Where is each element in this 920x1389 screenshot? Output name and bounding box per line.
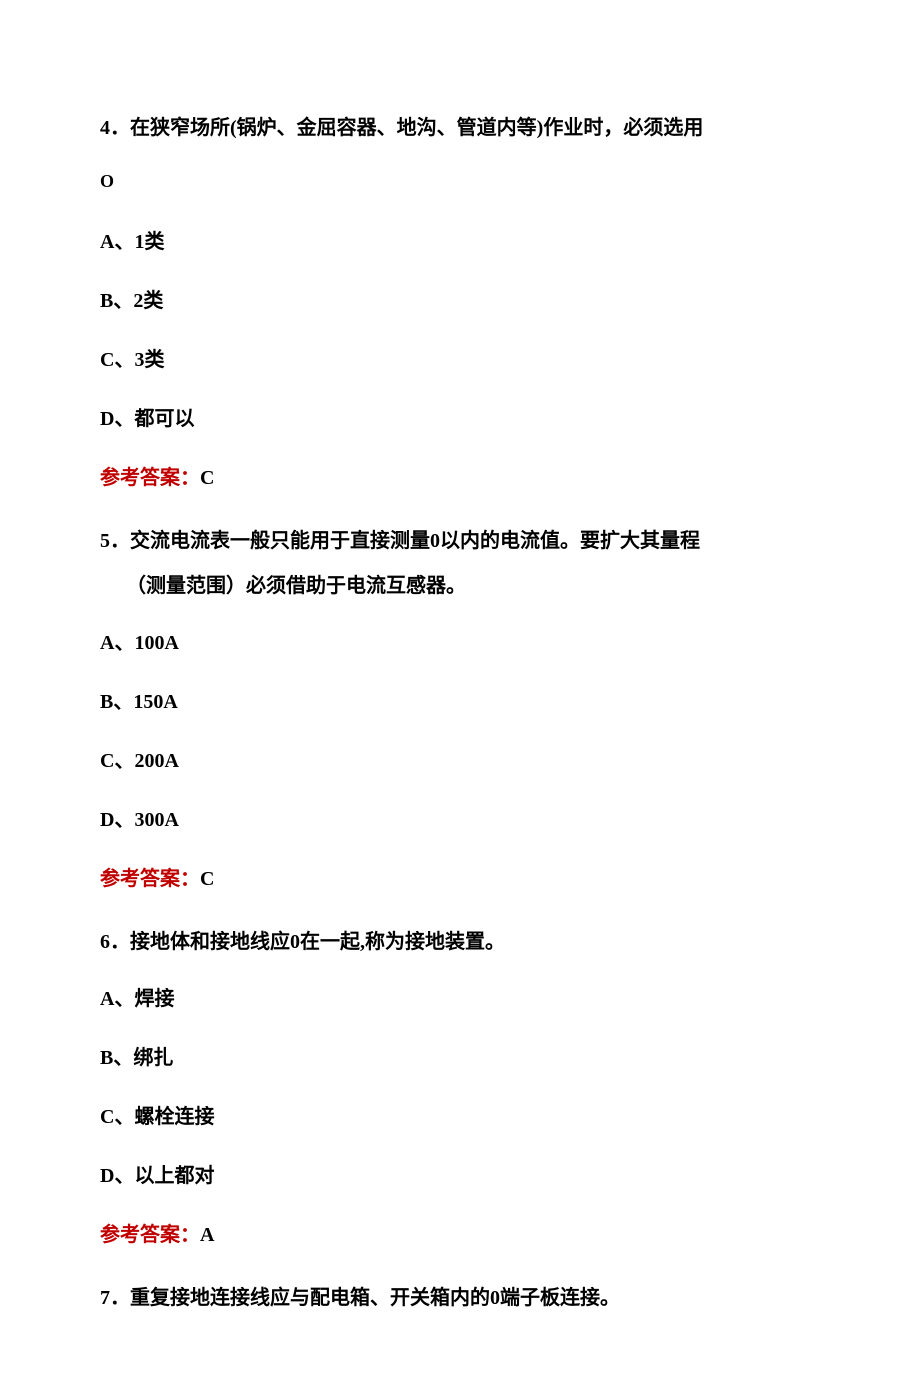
answer-value: A (200, 1224, 214, 1246)
question-number: 7 (100, 1287, 110, 1309)
blank-marker: O (100, 165, 820, 198)
option-d: D、300A (100, 802, 820, 839)
option-d: D、都可以 (100, 401, 820, 438)
question-7: 7．重复接地连接线应与配电箱、开关箱内的0端子板连接。 (100, 1280, 820, 1317)
option-b: B、绑扎 (100, 1040, 820, 1077)
answer-value: C (200, 467, 214, 489)
option-a: A、1类 (100, 224, 820, 261)
option-a: A、100A (100, 625, 820, 662)
question-4-options: A、1类 B、2类 C、3类 D、都可以 (100, 216, 820, 460)
option-b: B、150A (100, 684, 820, 721)
question-5-body-line1: ．交流电流表一般只能用于直接测量0以内的电流值。要扩大其量程 (110, 530, 700, 552)
question-5-text: 5．交流电流表一般只能用于直接测量0以内的电流值。要扩大其量程 （测量范围）必须… (100, 523, 820, 605)
question-number: 5 (100, 530, 110, 552)
option-d: D、以上都对 (100, 1158, 820, 1195)
question-6-answer: 参考答案：A (100, 1217, 820, 1254)
question-5-options: A、100A B、150A C、200A D、300A (100, 617, 820, 861)
question-number: 6 (100, 931, 110, 953)
question-4-answer: 参考答案：C (100, 460, 820, 497)
option-a: A、焊接 (100, 981, 820, 1018)
answer-label: 参考答案： (100, 467, 200, 489)
question-6-options: A、焊接 B、绑扎 C、螺栓连接 D、以上都对 (100, 973, 820, 1217)
option-b: B、2类 (100, 283, 820, 320)
answer-label: 参考答案： (100, 868, 200, 890)
question-4: 4．在狭窄场所(锅炉、金屈容器、地沟、管道内等)作业时，必须选用 O A、1类 … (100, 110, 820, 497)
question-number: 4 (100, 117, 110, 139)
question-5-body-line2: （测量范围）必须借助于电流互感器。 (100, 568, 820, 605)
question-6-text: 6．接地体和接地线应0在一起,称为接地装置。 (100, 924, 820, 961)
question-4-text: 4．在狭窄场所(锅炉、金屈容器、地沟、管道内等)作业时，必须选用 (100, 110, 820, 147)
question-7-body: ．重复接地连接线应与配电箱、开关箱内的0端子板连接。 (110, 1287, 620, 1309)
option-c: C、3类 (100, 342, 820, 379)
question-6-body: ．接地体和接地线应0在一起,称为接地装置。 (110, 931, 505, 953)
answer-value: C (200, 868, 214, 890)
question-5: 5．交流电流表一般只能用于直接测量0以内的电流值。要扩大其量程 （测量范围）必须… (100, 523, 820, 898)
question-4-body: ．在狭窄场所(锅炉、金屈容器、地沟、管道内等)作业时，必须选用 (110, 117, 703, 139)
option-c: C、螺栓连接 (100, 1099, 820, 1136)
question-6: 6．接地体和接地线应0在一起,称为接地装置。 A、焊接 B、绑扎 C、螺栓连接 … (100, 924, 820, 1254)
answer-label: 参考答案： (100, 1224, 200, 1246)
question-7-text: 7．重复接地连接线应与配电箱、开关箱内的0端子板连接。 (100, 1280, 820, 1317)
option-c: C、200A (100, 743, 820, 780)
question-5-answer: 参考答案：C (100, 861, 820, 898)
